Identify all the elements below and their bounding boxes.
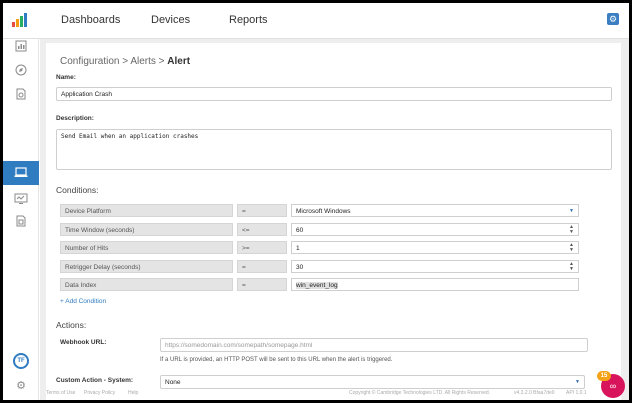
main-content: Configuration > Alerts > Alert Name: App… (40, 39, 629, 400)
condition-value: Microsoft Windows (296, 208, 351, 215)
condition-operator: <= (237, 223, 287, 236)
sidebar: TF ⚙ (3, 39, 39, 400)
condition-operator: >= (237, 241, 287, 254)
footer: Terms of Use Privacy Policy Help Copyrig… (46, 387, 629, 400)
condition-operator: = (237, 260, 287, 273)
time-window-stepper[interactable]: 60 ▲ ▼ (291, 223, 579, 236)
footer-link-privacy[interactable]: Privacy Policy (84, 390, 115, 396)
nav-dashboards[interactable]: Dashboards (61, 14, 120, 26)
breadcrumb-path[interactable]: Configuration > Alerts > (60, 56, 167, 67)
conditions-heading: Conditions: (56, 185, 99, 195)
condition-field: Data Index (60, 278, 233, 291)
breadcrumb: Configuration > Alerts > Alert (60, 56, 190, 67)
nav-devices[interactable]: Devices (151, 14, 190, 26)
description-value: Send Email when an application crashes (61, 133, 199, 140)
avatar[interactable]: TF (13, 353, 29, 369)
name-value: Application Crash (61, 91, 112, 98)
document-icon[interactable] (14, 215, 28, 229)
condition-field: Device Platform (60, 204, 233, 217)
condition-field: Time Window (seconds) (60, 223, 233, 236)
stepper-arrows-icon[interactable]: ▲ ▼ (569, 243, 574, 253)
chart-icon[interactable] (14, 40, 28, 54)
data-index-input[interactable]: win_event_log (291, 278, 579, 291)
webhook-input[interactable]: https://somedomain.com/somepath/somepage… (160, 338, 588, 352)
actions-heading: Actions: (56, 320, 87, 330)
name-label: Name: (56, 74, 76, 81)
description-textarea[interactable]: Send Email when an application crashes (56, 129, 612, 170)
condition-operator: = (237, 278, 287, 291)
add-condition-link[interactable]: + Add Condition (60, 298, 106, 305)
condition-value: 30 (296, 264, 304, 271)
device-platform-select[interactable]: Microsoft Windows ▼ (291, 204, 579, 217)
settings-icon[interactable]: ⚙ (607, 13, 619, 25)
footer-copyright: Copyright © Cambridge Technologies LTD. … (349, 390, 491, 396)
compass-icon[interactable] (14, 64, 28, 78)
sidebar-item-devices[interactable] (3, 161, 39, 185)
footer-api: API 1.0.1 (566, 390, 587, 396)
number-of-hits-stepper[interactable]: 1 ▲ ▼ (291, 241, 579, 254)
top-bar: Dashboards Devices Reports ⚙ (3, 3, 629, 39)
laptop-icon (14, 166, 28, 180)
webhook-hint: If a URL is provided, an HTTP POST will … (160, 357, 393, 363)
gear-icon[interactable]: ⚙ (14, 379, 28, 393)
condition-field: Retrigger Delay (seconds) (60, 260, 233, 273)
alert-form-card: Configuration > Alerts > Alert Name: App… (46, 43, 621, 400)
condition-value: 1 (296, 245, 300, 252)
app-window: Dashboards Devices Reports ⚙ TF ⚙ Config… (3, 3, 629, 400)
stepper-arrows-icon[interactable]: ▲ ▼ (569, 262, 574, 272)
custom-action-label: Custom Action - System: (56, 377, 134, 384)
breadcrumb-current: Alert (167, 56, 191, 67)
condition-operator: = (237, 204, 287, 217)
description-label: Description: (56, 115, 94, 122)
footer-link-help[interactable]: Help (128, 390, 138, 396)
document-chart-icon[interactable] (14, 88, 28, 102)
footer-version: v4.3.2.0 Bfaa7de0 (514, 390, 555, 396)
notification-badge[interactable]: 15 (597, 371, 611, 381)
nav-reports[interactable]: Reports (229, 14, 268, 26)
chevron-down-icon: ▼ (569, 208, 574, 214)
custom-action-value: None (165, 379, 181, 386)
footer-link-terms[interactable]: Terms of Use (46, 390, 75, 396)
condition-value: win_event_log (296, 282, 338, 289)
stepper-arrows-icon[interactable]: ▲ ▼ (569, 225, 574, 235)
webhook-placeholder: https://somedomain.com/somepath/somepage… (165, 342, 313, 349)
condition-value: 60 (296, 227, 304, 234)
condition-field: Number of Hits (60, 241, 233, 254)
app-logo-icon[interactable] (12, 13, 28, 27)
monitor-icon[interactable] (14, 193, 28, 207)
chevron-down-icon: ▼ (575, 379, 580, 385)
webhook-label: Webhook URL: (60, 339, 107, 346)
name-input[interactable]: Application Crash (56, 87, 612, 101)
retrigger-delay-stepper[interactable]: 30 ▲ ▼ (291, 260, 579, 273)
